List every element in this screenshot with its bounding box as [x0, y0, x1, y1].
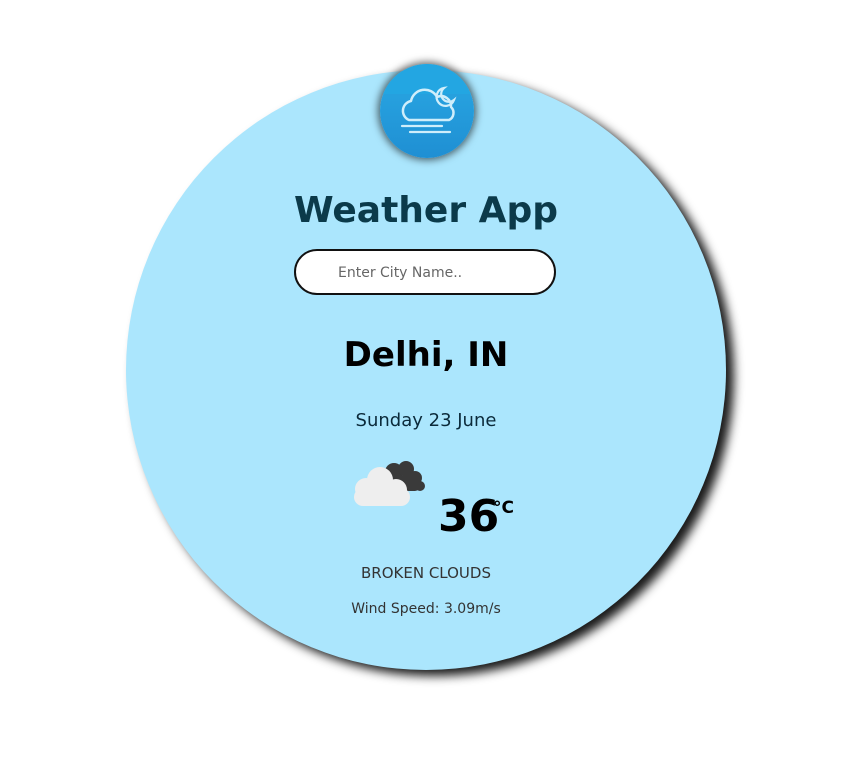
weather-app: Weather App Delhi, IN Sunday 23 June 36 [0, 0, 864, 761]
date-display: Sunday 23 June [355, 410, 497, 431]
city-search-input[interactable] [336, 259, 540, 287]
wind-speed: Wind Speed: 3.09m/s [0, 599, 852, 619]
app-logo [380, 64, 474, 158]
city-search-box[interactable] [294, 249, 556, 295]
temperature-unit: °C [493, 498, 514, 518]
temperature-value: 36 [438, 491, 500, 542]
weather-condition-icon [350, 456, 430, 512]
city-name: Delhi, IN [343, 335, 509, 375]
wind-speed-value: 3.09m/s [443, 601, 501, 617]
page-title: Weather App [293, 190, 559, 231]
broken-clouds-icon [354, 461, 425, 506]
cloud-moon-wind-icon [380, 64, 474, 134]
wind-speed-label: Wind Speed: [351, 601, 440, 617]
weather-description: BROKEN CLOUDS [361, 564, 491, 582]
